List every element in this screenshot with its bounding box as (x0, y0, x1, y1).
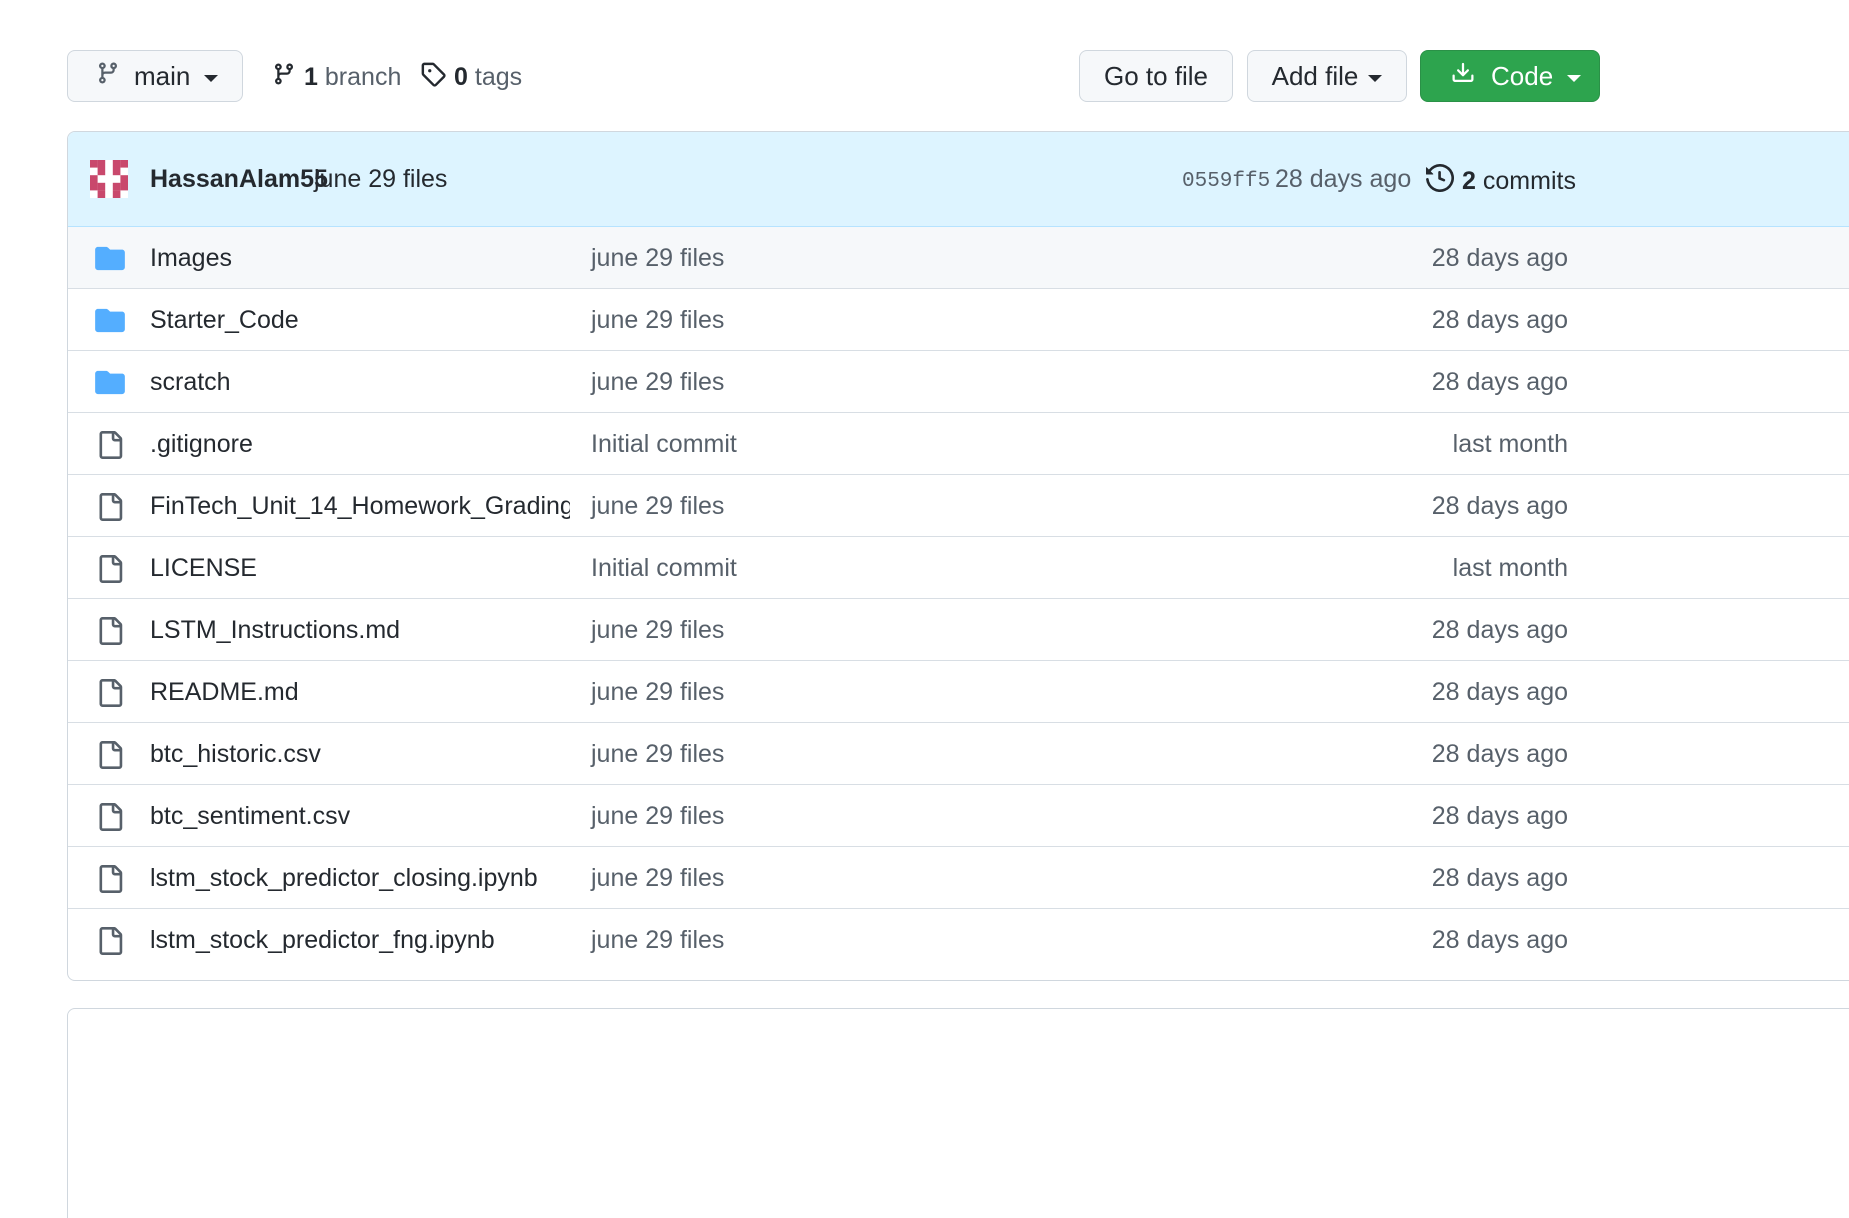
tag-icon (420, 61, 446, 94)
file-name-link[interactable]: FinTech_Unit_14_Homework_Grading_... (150, 492, 570, 521)
branches-count: 1 (304, 62, 318, 91)
file-commit-age: 28 days ago (1431, 244, 1568, 272)
file-name-link[interactable]: lstm_stock_predictor_closing.ipynb (150, 864, 538, 893)
readme-box (67, 1008, 1849, 1218)
go-to-file-button[interactable]: Go to file (1079, 50, 1233, 102)
file-name-link[interactable]: README.md (150, 678, 299, 707)
file-name-link[interactable]: .gitignore (150, 430, 253, 459)
file-name-link[interactable]: LSTM_Instructions.md (150, 616, 400, 645)
file-icon (95, 927, 125, 955)
file-commit-message-link[interactable]: june 29 files (591, 306, 724, 335)
git-branch-icon (272, 61, 296, 94)
file-commit-age: 28 days ago (1431, 678, 1568, 706)
file-row[interactable]: scratch june 29 files 28 days ago (68, 351, 1849, 413)
commit-author-link[interactable]: HassanAlam55 (150, 165, 328, 194)
file-name-link[interactable]: LICENSE (150, 554, 257, 583)
file-commit-message-link[interactable]: june 29 files (591, 926, 724, 955)
file-name-link[interactable]: lstm_stock_predictor_fng.ipynb (150, 926, 495, 955)
file-commit-message-link[interactable]: june 29 files (591, 492, 724, 521)
file-commit-message-link[interactable]: june 29 files (591, 740, 724, 769)
file-commit-message-link[interactable]: Initial commit (591, 430, 737, 459)
file-commit-age: 28 days ago (1431, 802, 1568, 830)
add-file-button[interactable]: Add file (1247, 50, 1407, 102)
file-icon (95, 865, 125, 893)
file-icon (95, 803, 125, 831)
download-icon (1451, 61, 1475, 92)
caret-down-icon (204, 74, 219, 82)
file-icon (95, 555, 125, 583)
commits-history-link[interactable]: 2 commits (1426, 163, 1576, 199)
file-commit-age: 28 days ago (1431, 864, 1568, 892)
file-icon (95, 617, 125, 645)
folder-icon (95, 369, 125, 397)
branches-link[interactable]: 1 branch (272, 60, 401, 94)
file-commit-age: last month (1452, 430, 1568, 458)
code-button-label: Code (1491, 60, 1554, 91)
file-row[interactable]: Images june 29 files 28 days ago (68, 227, 1849, 289)
file-commit-message-link[interactable]: june 29 files (591, 802, 724, 831)
file-row[interactable]: lstm_stock_predictor_closing.ipynb june 2… (68, 847, 1849, 909)
history-icon (1426, 163, 1455, 199)
add-file-label: Add file (1271, 60, 1359, 91)
branches-label: branch (324, 62, 402, 91)
file-icon (95, 679, 125, 707)
repo-page: main 1 branch 0 tags Go to file Add file… (0, 0, 1849, 1218)
code-button[interactable]: Code (1420, 50, 1600, 102)
file-commit-age: 28 days ago (1431, 306, 1568, 334)
file-commit-age: 28 days ago (1431, 368, 1568, 396)
file-commit-message-link[interactable]: june 29 files (591, 864, 724, 893)
file-commit-message-link[interactable]: Initial commit (591, 554, 737, 583)
file-row[interactable]: .gitignore Initial commit last month (68, 413, 1849, 475)
latest-commit-bar: HassanAlam55 june 29 files 0559ff5 28 da… (68, 132, 1849, 227)
file-commit-age: 28 days ago (1431, 740, 1568, 768)
caret-down-icon (1368, 74, 1383, 82)
commit-age: 28 days ago (1275, 165, 1412, 193)
folder-icon (95, 307, 125, 335)
file-commit-message-link[interactable]: june 29 files (591, 678, 724, 707)
file-icon (95, 493, 125, 521)
file-rows: Images june 29 files 28 days ago Starter_Co… (68, 227, 1849, 971)
file-commit-age: last month (1452, 554, 1568, 582)
tags-link[interactable]: 0 tags (420, 60, 522, 94)
file-name-link[interactable]: Starter_Code (150, 306, 299, 335)
file-commit-age: 28 days ago (1431, 926, 1568, 954)
file-name-link[interactable]: btc_sentiment.csv (150, 802, 350, 831)
file-row[interactable]: btc_historic.csv june 29 files 28 days ago (68, 723, 1849, 785)
tags-count: 0 (454, 62, 468, 91)
file-name-link[interactable]: scratch (150, 368, 231, 397)
git-branch-icon (96, 60, 120, 93)
file-row[interactable]: btc_sentiment.csv june 29 files 28 days ag… (68, 785, 1849, 847)
branch-select-label: main (134, 60, 191, 91)
author-avatar[interactable] (90, 160, 128, 198)
file-commit-message-link[interactable]: june 29 files (591, 368, 724, 397)
commits-count: 2 (1462, 167, 1476, 195)
file-icon (95, 431, 125, 459)
branch-select-button[interactable]: main (67, 50, 243, 102)
file-listing: HassanAlam55 june 29 files 0559ff5 28 da… (67, 131, 1849, 981)
file-commit-message-link[interactable]: june 29 files (591, 244, 724, 273)
file-icon (95, 741, 125, 769)
caret-down-icon (1567, 74, 1582, 82)
commit-message-link[interactable]: june 29 files (314, 165, 447, 194)
commit-sha-link[interactable]: 0559ff5 (1182, 170, 1270, 193)
file-name-link[interactable]: btc_historic.csv (150, 740, 321, 769)
file-row[interactable]: LSTM_Instructions.md june 29 files 28 days… (68, 599, 1849, 661)
commits-label: commits (1482, 167, 1576, 195)
repo-toolbar: main 1 branch 0 tags Go to file Add file… (67, 50, 1849, 106)
file-commit-age: 28 days ago (1431, 616, 1568, 644)
file-row[interactable]: lstm_stock_predictor_fng.ipynb june 29 fi… (68, 909, 1849, 971)
file-name-link[interactable]: Images (150, 244, 232, 273)
file-row[interactable]: README.md june 29 files 28 days ago (68, 661, 1849, 723)
file-row[interactable]: FinTech_Unit_14_Homework_Grading_... june… (68, 475, 1849, 537)
tags-label: tags (474, 62, 523, 91)
file-commit-age: 28 days ago (1431, 492, 1568, 520)
folder-icon (95, 245, 125, 273)
file-row[interactable]: LICENSE Initial commit last month (68, 537, 1849, 599)
file-row[interactable]: Starter_Code june 29 files 28 days ago (68, 289, 1849, 351)
file-commit-message-link[interactable]: june 29 files (591, 616, 724, 645)
